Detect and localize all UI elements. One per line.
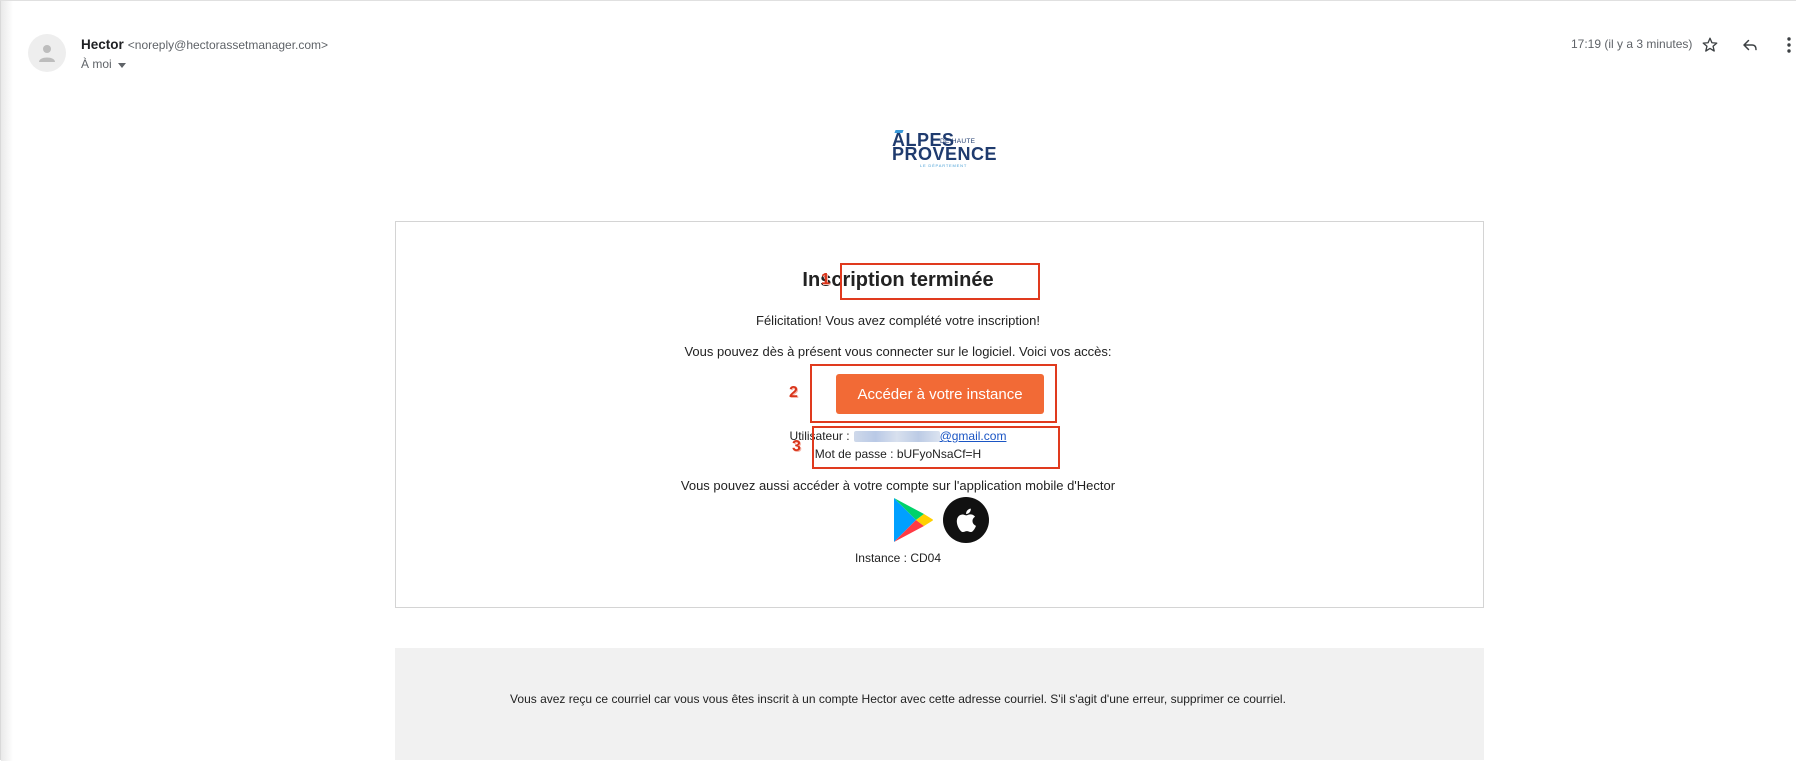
reply-button[interactable] (1739, 34, 1761, 56)
reply-icon (1743, 39, 1757, 51)
star-icon (1702, 37, 1718, 52)
logo-line2: PROVENCE (892, 144, 998, 164)
annotation-box-3 (812, 426, 1060, 469)
star-button[interactable] (1699, 34, 1721, 56)
email-timestamp: 17:19 (il y a 3 minutes) (1571, 37, 1693, 51)
logo-line3: LE DÉPARTEMENT (920, 163, 968, 168)
annotation-number-3: 3 (792, 438, 801, 455)
apple-icon[interactable] (942, 496, 990, 544)
congrats-text: Félicitation! Vous avez complété votre i… (756, 313, 1040, 328)
sender-line: Hector <noreply@hectorassetmanager.com> (81, 37, 328, 53)
recipient-label: À moi (81, 57, 112, 71)
annotation-box-2 (810, 364, 1057, 423)
alpes-haute-provence-logo: ALPES DE HAUTE PROVENCE LE DÉPARTEMENT (892, 130, 997, 170)
footer-text: Vous avez reçu ce courriel car vous vous… (510, 692, 1286, 706)
annotation-number-1: 1 (821, 271, 830, 288)
access-intro-text: Vous pouvez dès à présent vous connecter… (684, 344, 1112, 359)
google-play-icon[interactable] (888, 496, 936, 544)
annotation-box-1 (840, 263, 1040, 300)
more-options-button[interactable] (1778, 34, 1796, 56)
chevron-down-icon (117, 62, 126, 68)
sender-name[interactable]: Hector (81, 37, 124, 52)
mobile-app-text: Vous pouvez aussi accéder à votre compte… (680, 478, 1116, 493)
sender-email: <noreply@hectorassetmanager.com> (127, 38, 329, 52)
more-icon (1787, 37, 1791, 53)
annotation-number-2: 2 (789, 384, 798, 401)
recipient-toggle[interactable]: À moi (81, 57, 126, 71)
sender-avatar[interactable] (28, 34, 66, 72)
instance-text: Instance : CD04 (854, 551, 942, 565)
avatar-icon (39, 45, 55, 62)
